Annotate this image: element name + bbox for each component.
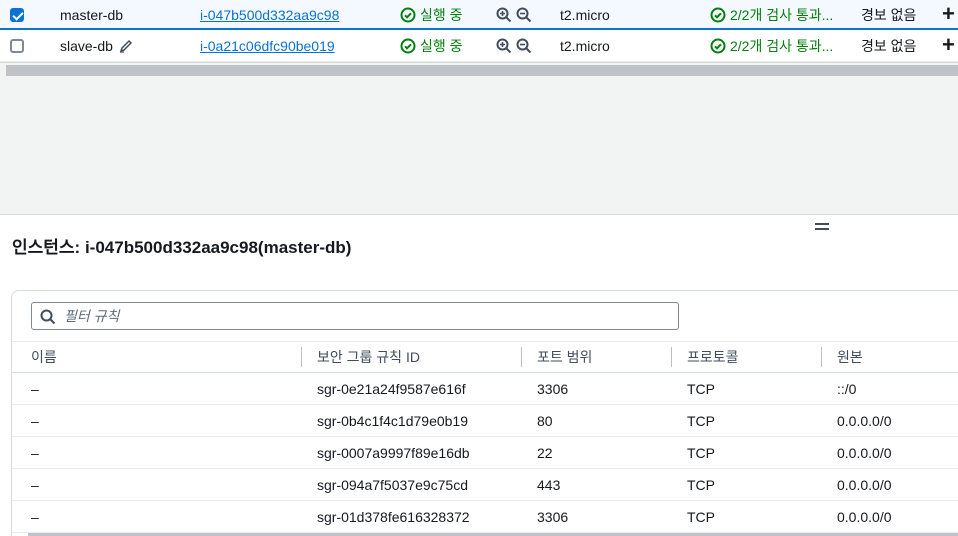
cell-port: 22 [537,445,553,461]
cell-port: 3306 [537,509,569,525]
cell-name: – [31,381,39,397]
cell-protocol: TCP [687,509,715,525]
zoom-out-icon[interactable] [516,38,532,54]
cell-protocol: TCP [687,445,715,461]
cell-rule-id: sgr-0b4c1f4c1d79e0b19 [317,413,469,429]
instance-row-master-db[interactable]: master-db i-047b500d332aa9c98 실행 중 t2.mi… [0,0,958,30]
status-ok-icon [710,7,726,23]
instance-name: master-db [60,7,124,23]
cell-source: ::/0 [837,381,857,397]
column-header-rule-id[interactable]: 보안 그룹 규칙 ID [317,342,420,373]
zoom-in-icon[interactable] [496,38,512,54]
zoom-controls [496,0,532,30]
table-row: – sgr-01d378fe616328372 3306 TCP 0.0.0.0… [12,501,958,533]
add-alarm-button[interactable]: + [942,30,955,60]
row-select-checkbox[interactable] [10,39,24,53]
security-rules-container: 이름 보안 그룹 규칙 ID 포트 범위 프로토콜 원본 – sgr-0e21a… [11,290,958,536]
instance-name: slave-db [60,31,133,61]
status-ok-icon [400,38,416,54]
alarm-status: 경보 없음 [861,7,917,23]
instance-name-label: slave-db [60,38,113,54]
table-empty-area [0,78,958,215]
zoom-out-icon[interactable] [516,7,532,23]
cell-port: 443 [537,477,561,493]
horizontal-scrollbar[interactable] [0,62,958,78]
instance-state: 실행 중 [400,31,463,61]
panel-title: 인스턴스: i-047b500d332aa9c98(master-db) [12,238,352,257]
cell-source: 0.0.0.0/0 [837,477,892,493]
cell-name: – [31,445,39,461]
status-ok-icon [710,38,726,54]
status-check: 2/2개 검사 통과... [710,31,852,61]
instance-type: t2.micro [560,38,610,54]
column-resizer[interactable] [821,347,822,367]
table-row: – sgr-0007a9997f89e16db 22 TCP 0.0.0.0/0 [12,437,958,469]
rules-table-body: – sgr-0e21a24f9587e616f 3306 TCP ::/0 – … [12,373,958,533]
instance-id-link[interactable]: i-047b500d332aa9c98 [200,0,339,30]
column-resizer[interactable] [671,347,672,367]
instance-id-link[interactable]: i-0a21c06dfc90be019 [200,31,335,61]
cell-rule-id: sgr-094a7f5037e9c75cd [317,477,469,493]
alarm-status: 경보 없음 [861,38,917,54]
zoom-in-icon[interactable] [496,7,512,23]
column-resizer[interactable] [521,347,522,367]
instance-type: t2.micro [560,7,610,23]
instance-state-label: 실행 중 [420,7,463,23]
cell-port: 80 [537,413,553,429]
status-check: 2/2개 검사 통과... [710,0,852,30]
add-alarm-button[interactable]: + [942,0,955,29]
cell-name: – [31,509,39,525]
status-check-label: 2/2개 검사 통과... [730,7,834,23]
table-row: – sgr-0b4c1f4c1d79e0b19 80 TCP 0.0.0.0/0 [12,405,958,437]
scrollbar-thumb[interactable] [6,65,958,76]
cell-protocol: TCP [687,413,715,429]
edit-pencil-icon[interactable] [119,39,133,53]
cell-rule-id: sgr-01d378fe616328372 [317,509,470,525]
cell-protocol: TCP [687,381,715,397]
row-select-checkbox[interactable] [10,8,24,22]
column-header-name[interactable]: 이름 [31,342,57,373]
cell-name: – [31,413,39,429]
column-header-port-range[interactable]: 포트 범위 [537,342,592,373]
filter-rules-input[interactable] [64,306,664,326]
cell-port: 3306 [537,381,569,397]
rules-table-header: 이름 보안 그룹 규칙 ID 포트 범위 프로토콜 원본 [12,341,958,373]
cell-protocol: TCP [687,477,715,493]
instance-state: 실행 중 [400,0,463,30]
instance-row-slave-db[interactable]: slave-db i-0a21c06dfc90be019 실행 중 t2.mic… [0,31,958,62]
table-row: – sgr-094a7f5037e9c75cd 443 TCP 0.0.0.0/… [12,469,958,501]
cell-source: 0.0.0.0/0 [837,413,892,429]
column-resizer[interactable] [301,347,302,367]
cell-name: – [31,477,39,493]
cell-source: 0.0.0.0/0 [837,445,892,461]
cell-rule-id: sgr-0007a9997f89e16db [317,445,470,461]
zoom-controls [496,31,532,61]
column-header-source[interactable]: 원본 [837,342,863,373]
cell-source: 0.0.0.0/0 [837,509,892,525]
drag-handle-icon[interactable] [815,223,829,231]
filter-rules-field[interactable] [31,302,679,330]
cell-rule-id: sgr-0e21a24f9587e616f [317,381,466,397]
column-header-protocol[interactable]: 프로토콜 [687,342,739,373]
search-icon [40,309,56,325]
status-ok-icon [400,7,416,23]
status-check-label: 2/2개 검사 통과... [730,38,834,54]
table-row: – sgr-0e21a24f9587e616f 3306 TCP ::/0 [12,373,958,405]
instance-state-label: 실행 중 [420,38,463,54]
